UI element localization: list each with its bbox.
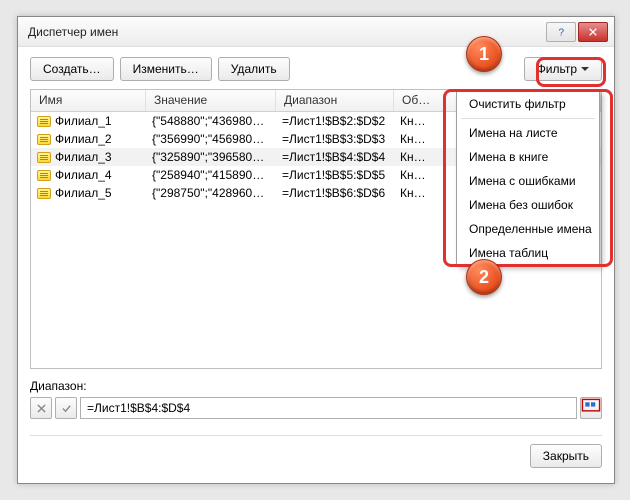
svg-text:?: ? — [559, 27, 565, 37]
x-icon — [36, 403, 47, 414]
titlebar: Диспетчер имен ? — [18, 17, 614, 47]
delete-button[interactable]: Удалить — [218, 57, 290, 81]
close-window-button[interactable] — [578, 22, 608, 42]
header-name[interactable]: Имя — [31, 90, 146, 111]
create-button[interactable]: Создать… — [30, 57, 114, 81]
menu-item-names-without-errors[interactable]: Имена без ошибок — [457, 193, 599, 217]
refedit-icon — [581, 398, 601, 418]
bottom-bar: Закрыть — [18, 436, 614, 476]
confirm-edit-button[interactable] — [55, 397, 77, 419]
menu-item-names-on-sheet[interactable]: Имена на листе — [457, 121, 599, 145]
range-input[interactable] — [80, 397, 577, 419]
edit-button[interactable]: Изменить… — [120, 57, 212, 81]
menu-item-names-with-errors[interactable]: Имена с ошибками — [457, 169, 599, 193]
range-row — [30, 397, 602, 419]
help-button[interactable]: ? — [546, 22, 576, 42]
filter-button[interactable]: Фильтр — [524, 57, 602, 81]
help-icon: ? — [556, 27, 566, 37]
filter-button-label: Фильтр — [537, 62, 577, 76]
chevron-down-icon — [581, 67, 589, 71]
name-icon — [37, 170, 51, 181]
collapse-dialog-button[interactable] — [580, 397, 602, 419]
close-icon — [588, 27, 598, 37]
range-label: Диапазон: — [30, 379, 602, 393]
toolbar: Создать… Изменить… Удалить Фильтр — [18, 47, 614, 89]
header-range[interactable]: Диапазон — [276, 90, 394, 111]
name-icon — [37, 116, 51, 127]
name-icon — [37, 134, 51, 145]
menu-separator — [461, 118, 595, 119]
menu-item-names-in-book[interactable]: Имена в книге — [457, 145, 599, 169]
close-button[interactable]: Закрыть — [530, 444, 602, 468]
name-icon — [37, 188, 51, 199]
annotation-badge-2: 2 — [466, 259, 502, 295]
cancel-edit-button[interactable] — [30, 397, 52, 419]
name-icon — [37, 152, 51, 163]
menu-item-defined-names[interactable]: Определенные имена — [457, 217, 599, 241]
window-title: Диспетчер имен — [28, 25, 544, 39]
annotation-badge-1: 1 — [466, 36, 502, 72]
header-value[interactable]: Значение — [146, 90, 276, 111]
menu-item-clear-filter[interactable]: Очистить фильтр — [457, 92, 599, 116]
check-icon — [61, 403, 72, 414]
filter-menu: Очистить фильтр Имена на листе Имена в к… — [456, 91, 600, 266]
footer-area: Диапазон: — [18, 369, 614, 427]
